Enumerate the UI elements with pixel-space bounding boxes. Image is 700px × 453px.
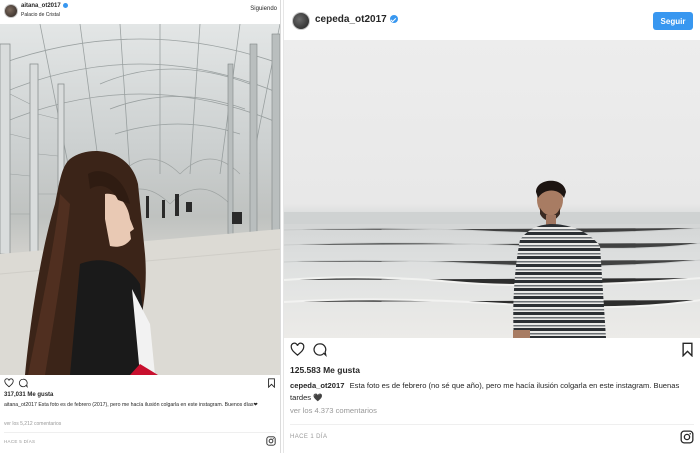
caption: aitana_ot2017 Esta foto es de febrero (2… bbox=[4, 401, 276, 409]
likes-count[interactable]: 317,031 Me gusta bbox=[4, 392, 53, 398]
avatar[interactable] bbox=[292, 12, 310, 30]
right-post: cepeda_ot2017 Seguir 125.583 Me gusta ce… bbox=[283, 0, 700, 453]
caption-username[interactable]: cepeda_ot2017 bbox=[290, 381, 344, 390]
verified-badge-icon bbox=[62, 3, 68, 8]
following-button[interactable]: Siguiendo bbox=[250, 6, 277, 12]
username-link[interactable]: aitana_ot2017 bbox=[21, 3, 68, 9]
left-post: aitana_ot2017 Palacio de Cristal Siguien… bbox=[0, 0, 281, 453]
caption-username[interactable]: aitana_ot2017 bbox=[4, 402, 37, 408]
divider bbox=[4, 432, 276, 433]
bookmark-icon[interactable] bbox=[681, 342, 694, 357]
heart-icon[interactable] bbox=[4, 378, 14, 388]
avatar[interactable] bbox=[4, 4, 18, 18]
verified-badge-icon bbox=[389, 15, 398, 24]
beach-photo bbox=[284, 180, 700, 338]
action-bar bbox=[284, 342, 700, 358]
likes-count[interactable]: 125.583 Me gusta bbox=[290, 365, 360, 375]
action-bar bbox=[0, 377, 280, 389]
caption-text: Esta foto es de febrero (no sé que año),… bbox=[290, 381, 680, 402]
instagram-logo-icon[interactable] bbox=[680, 430, 694, 444]
post-photo[interactable] bbox=[284, 40, 700, 338]
comment-bubble-icon[interactable] bbox=[312, 342, 327, 357]
username-text: cepeda_ot2017 bbox=[315, 14, 387, 25]
post-timestamp: HACE 1 DÍA bbox=[290, 434, 328, 440]
greenhouse-photo bbox=[0, 24, 280, 375]
bookmark-icon[interactable] bbox=[267, 378, 276, 388]
view-comments-link[interactable]: ver los 4.373 comentarios bbox=[290, 406, 377, 415]
post-photo[interactable] bbox=[0, 24, 280, 375]
post-header: aitana_ot2017 Palacio de Cristal Siguien… bbox=[0, 0, 280, 24]
username-link[interactable]: cepeda_ot2017 bbox=[315, 14, 398, 25]
caption: cepeda_ot2017 Esta foto es de febrero (n… bbox=[290, 380, 690, 404]
post-timestamp: HACE 5 DÍAS bbox=[4, 439, 36, 444]
location-link[interactable]: Palacio de Cristal bbox=[21, 12, 60, 18]
caption-text: Esta foto es de febrero (2017), pero me … bbox=[38, 402, 258, 408]
divider bbox=[290, 424, 694, 425]
instagram-logo-icon[interactable] bbox=[266, 436, 276, 446]
follow-button[interactable]: Seguir bbox=[653, 12, 693, 30]
heart-icon[interactable] bbox=[290, 342, 305, 357]
comment-bubble-icon[interactable] bbox=[18, 378, 28, 388]
username-text: aitana_ot2017 bbox=[21, 3, 61, 10]
view-comments-link[interactable]: ver los 5,212 comentarios bbox=[4, 421, 61, 427]
